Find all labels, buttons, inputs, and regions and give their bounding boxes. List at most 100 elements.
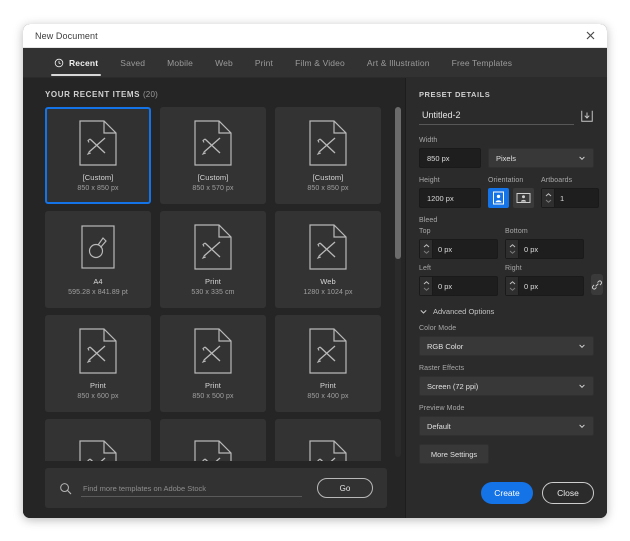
stock-search-input[interactable] (81, 479, 302, 497)
template-card-title: [Custom] (312, 173, 344, 182)
bleed-left-group: Left (419, 265, 498, 296)
tab-saved[interactable]: Saved (109, 48, 156, 77)
chevron-down-icon (545, 199, 551, 203)
recent-items-label: YOUR RECENT ITEMS (45, 90, 141, 99)
tab-web[interactable]: Web (204, 48, 244, 77)
templates-grid: [Custom] 850 x 850 px [Custom] 850 x 570 px… (45, 107, 387, 461)
template-card[interactable]: Print 530 x 335 cm (160, 211, 266, 308)
tab-label: Web (215, 57, 233, 68)
template-card-size: 530 x 335 cm (191, 289, 235, 296)
bleed-right-stepper[interactable] (505, 276, 584, 296)
chevron-down-icon (423, 287, 429, 291)
orientation-landscape-icon[interactable] (513, 188, 534, 208)
document-pencil-icon (309, 223, 347, 270)
tab-art-illustration[interactable]: Art & Illustration (356, 48, 441, 77)
orientation-buttons (488, 188, 534, 208)
scrollbar-thumb[interactable] (395, 107, 401, 259)
template-card[interactable] (160, 419, 266, 461)
height-group: Height (419, 177, 481, 208)
stepper-arrows[interactable] (420, 277, 433, 295)
template-card-title: Web (320, 277, 336, 286)
artboards-stepper[interactable] (541, 188, 599, 208)
bleed-top-input[interactable] (433, 240, 497, 258)
bleed-link-icon[interactable] (591, 274, 603, 295)
template-card[interactable] (275, 419, 381, 461)
preset-details-panel: PRESET DETAILS Width Pixels (405, 78, 607, 518)
bleed-left-label: Left (419, 265, 432, 272)
document-pencil-icon (79, 439, 117, 461)
document-name-input[interactable] (419, 108, 574, 125)
color-mode-value: RGB Color (427, 341, 464, 351)
document-pencil-icon (194, 119, 232, 166)
tab-mobile[interactable]: Mobile (156, 48, 204, 77)
clock-icon (54, 58, 64, 67)
stepper-arrows[interactable] (542, 189, 555, 207)
chevron-up-icon (545, 193, 551, 197)
template-card[interactable]: Print 850 x 400 px (275, 315, 381, 412)
template-card[interactable] (45, 419, 151, 461)
template-card[interactable]: [Custom] 850 x 850 px (275, 107, 381, 204)
width-label: Width (419, 137, 438, 144)
bleed-bottom-group: Bottom (505, 228, 584, 259)
close-icon[interactable] (582, 28, 598, 44)
bleed-bottom-stepper[interactable] (505, 239, 584, 259)
close-button[interactable]: Close (542, 482, 594, 504)
raster-effects-select[interactable]: Screen (72 ppi) (419, 376, 594, 396)
orientation-label: Orientation (488, 177, 524, 184)
bleed-right-input[interactable] (519, 277, 583, 295)
stepper-arrows[interactable] (506, 277, 519, 295)
stepper-arrows[interactable] (506, 240, 519, 258)
template-card-title: Print (320, 381, 336, 390)
preview-mode-select[interactable]: Default (419, 416, 594, 436)
orientation-portrait-icon[interactable] (488, 188, 509, 208)
tab-label: Recent (69, 57, 99, 68)
tab-label: Film & Video (295, 57, 345, 68)
chevron-down-icon (509, 287, 515, 291)
template-card[interactable]: Print 850 x 600 px (45, 315, 151, 412)
chevron-down-icon (423, 250, 429, 254)
template-card[interactable]: [Custom] 850 x 850 px (45, 107, 151, 204)
chevron-down-icon (509, 250, 515, 254)
chevron-down-icon (420, 309, 427, 314)
bleed-left-input[interactable] (433, 277, 497, 295)
more-settings-button[interactable]: More Settings (419, 444, 489, 464)
stepper-arrows[interactable] (420, 240, 433, 258)
template-card[interactable]: Web 1280 x 1024 px (275, 211, 381, 308)
document-name-row (419, 108, 594, 125)
template-card-size: 850 x 600 px (77, 393, 119, 400)
templates-scrollbar[interactable] (395, 107, 401, 457)
stock-go-button[interactable]: Go (317, 478, 373, 498)
tab-print[interactable]: Print (244, 48, 284, 77)
bleed-left-stepper[interactable] (419, 276, 498, 296)
artboards-input[interactable] (555, 189, 598, 207)
create-button[interactable]: Create (481, 482, 533, 504)
document-pencil-icon (194, 439, 232, 461)
document-pencil-icon (79, 119, 117, 166)
template-card[interactable]: A4 595.28 x 841.89 pt (45, 211, 151, 308)
template-card[interactable]: [Custom] 850 x 570 px (160, 107, 266, 204)
template-card[interactable]: Print 850 x 500 px (160, 315, 266, 412)
color-mode-select[interactable]: RGB Color (419, 336, 594, 356)
artboards-group: Artboards (541, 177, 599, 208)
bleed-bottom-input[interactable] (519, 240, 583, 258)
units-select[interactable]: Pixels (488, 148, 594, 168)
tab-film-video[interactable]: Film & Video (284, 48, 356, 77)
template-card-size: 850 x 500 px (192, 393, 234, 400)
dialog-body: YOUR RECENT ITEMS (20) [Custom] 850 x 850… (23, 78, 607, 518)
dialog-actions: Create Close (481, 482, 594, 504)
width-input[interactable] (419, 148, 481, 168)
tab-recent[interactable]: Recent (43, 48, 109, 77)
bleed-top-stepper[interactable] (419, 239, 498, 259)
title-bar: New Document (23, 24, 607, 48)
height-input[interactable] (419, 188, 481, 208)
template-card-size: 850 x 850 px (307, 185, 349, 192)
advanced-options-toggle[interactable]: Advanced Options (419, 307, 594, 316)
template-card-size: 850 x 570 px (192, 185, 234, 192)
tab-label: Saved (120, 57, 146, 68)
bleed-right-group: Right (505, 265, 584, 296)
tab-free-templates[interactable]: Free Templates (441, 48, 524, 77)
page-root: New Document Recent Saved Mobile Web Pri… (0, 0, 630, 541)
template-card-title: Print (90, 381, 106, 390)
bleed-fields: Top Bottom (419, 228, 584, 296)
bleed-row: Top Bottom (419, 228, 603, 296)
